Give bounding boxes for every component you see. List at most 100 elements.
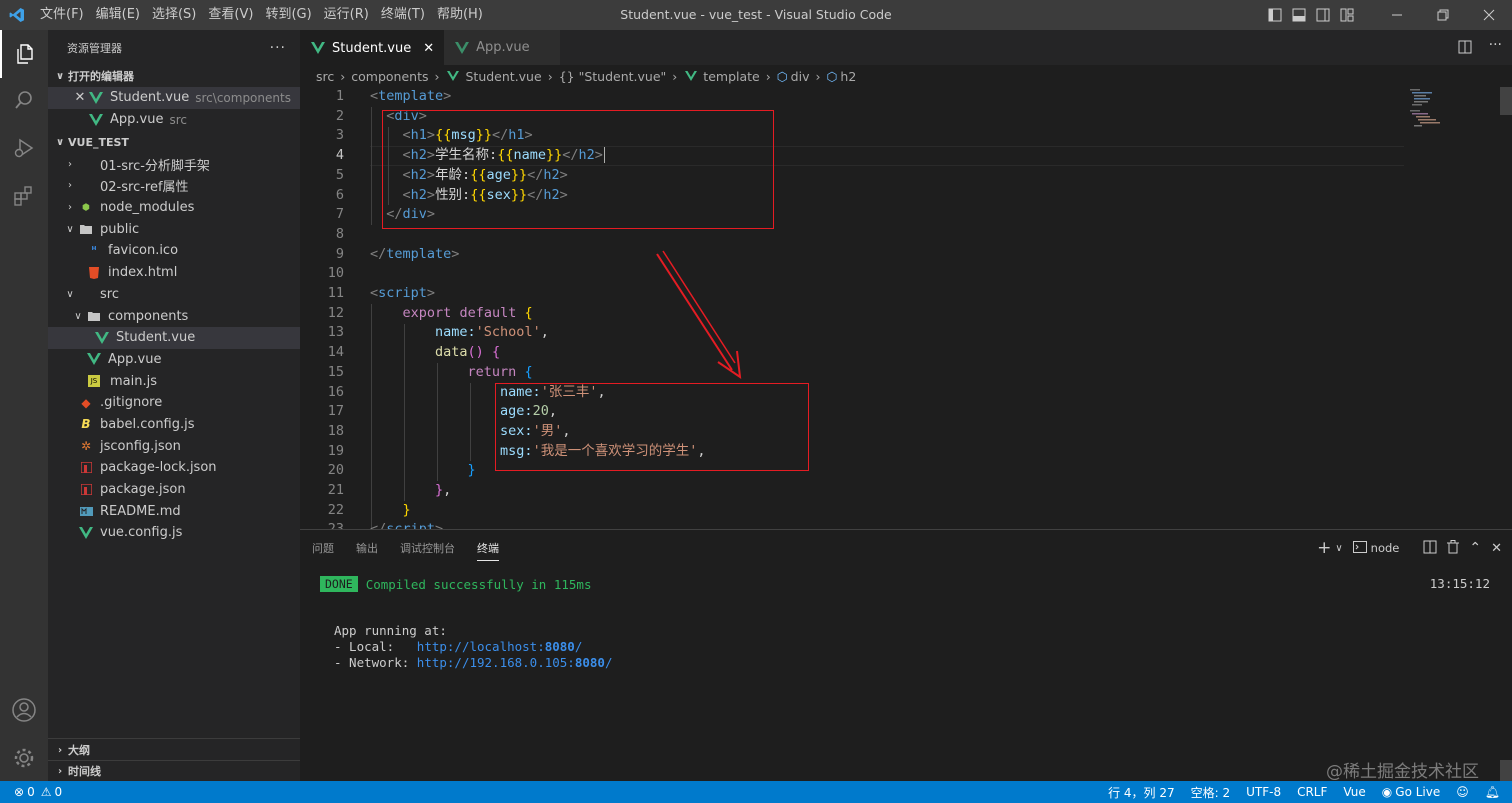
tree-folder-open[interactable]: ∨ public bbox=[48, 218, 300, 240]
chevron-down-icon[interactable]: ∨ bbox=[1335, 543, 1342, 554]
tab-terminal[interactable]: 终端 bbox=[477, 536, 499, 561]
tab-debug-console[interactable]: 调试控制台 bbox=[400, 536, 455, 560]
toggle-sidebar-icon[interactable] bbox=[1264, 0, 1286, 30]
more-actions-icon[interactable]: ··· bbox=[1489, 37, 1502, 53]
extensions-icon[interactable] bbox=[0, 172, 48, 220]
broadcast-icon: ◉ bbox=[1381, 785, 1393, 799]
breadcrumb-item[interactable]: h2 bbox=[840, 69, 856, 84]
breadcrumb-item[interactable]: template bbox=[703, 69, 759, 84]
vue-file-icon bbox=[310, 40, 326, 56]
tree-file[interactable]: Bbabel.config.js bbox=[48, 414, 300, 436]
local-url-line: - Local: http://localhost:8080/ bbox=[334, 639, 583, 654]
chevron-up-icon[interactable]: ⌃ bbox=[1469, 540, 1481, 556]
tree-file-selected[interactable]: Student.vue bbox=[48, 326, 300, 349]
restore-icon[interactable] bbox=[1420, 0, 1466, 30]
json-config-icon: ✲ bbox=[80, 439, 92, 454]
menu-view[interactable]: 查看(V) bbox=[202, 0, 259, 30]
terminal-scrollbar[interactable] bbox=[1500, 760, 1512, 782]
run-debug-icon[interactable] bbox=[0, 124, 48, 172]
js-file-icon: JS bbox=[88, 375, 100, 388]
menu-file[interactable]: 文件(F) bbox=[34, 0, 90, 30]
close-icon[interactable]: ✕ bbox=[72, 90, 88, 105]
menu-help[interactable]: 帮助(H) bbox=[431, 0, 489, 30]
breadcrumb-item[interactable]: Student.vue bbox=[465, 69, 541, 84]
tree-file[interactable]: vue.config.js bbox=[48, 522, 300, 544]
minimap[interactable] bbox=[1404, 87, 1500, 529]
close-tab-icon[interactable]: ✕ bbox=[423, 41, 434, 56]
minimize-icon[interactable] bbox=[1374, 0, 1420, 30]
editor-tabs: Student.vue ✕ App.vue ··· bbox=[300, 30, 1512, 65]
menu-terminal[interactable]: 终端(T) bbox=[375, 0, 431, 30]
braces-icon: {} bbox=[558, 68, 575, 84]
language-mode[interactable]: Vue bbox=[1343, 785, 1365, 799]
tree-file[interactable]: App.vue bbox=[48, 349, 300, 371]
project-header[interactable]: ∨ VUE_TEST bbox=[48, 131, 300, 153]
vue-file-icon bbox=[683, 68, 699, 84]
tree-file[interactable]: JS main.js bbox=[48, 370, 300, 392]
explorer-icon[interactable] bbox=[0, 30, 48, 78]
toggle-secondary-sidebar-icon[interactable] bbox=[1312, 0, 1334, 30]
node-icon: ⬢ bbox=[82, 202, 90, 213]
more-actions-icon[interactable]: ··· bbox=[270, 40, 286, 56]
indentation[interactable]: 空格: 2 bbox=[1191, 784, 1231, 801]
tree-folder[interactable]: › ⬢ node_modules bbox=[48, 197, 300, 219]
vue-file-icon bbox=[88, 90, 104, 106]
menu-go[interactable]: 转到(G) bbox=[259, 0, 317, 30]
tree-folder-open[interactable]: ∨ src bbox=[48, 284, 300, 306]
cursor-position[interactable]: 行 4，列 27 bbox=[1108, 784, 1175, 801]
close-window-icon[interactable] bbox=[1466, 0, 1512, 30]
split-terminal-icon[interactable] bbox=[1423, 540, 1437, 557]
split-editor-icon[interactable] bbox=[1458, 40, 1472, 58]
open-editors-header[interactable]: ∨ 打开的编辑器 bbox=[48, 65, 300, 87]
breadcrumb-item[interactable]: div bbox=[791, 69, 810, 84]
open-editor-student[interactable]: ✕ Student.vue src\components bbox=[48, 87, 300, 109]
timeline-header[interactable]: › 时间线 bbox=[48, 760, 300, 782]
favicon-file-icon: ᴴ bbox=[91, 245, 97, 256]
menu-selection[interactable]: 选择(S) bbox=[146, 0, 202, 30]
explorer-sidebar: 资源管理器 ··· ∨ 打开的编辑器 ✕ Student.vue src\compo… bbox=[48, 30, 300, 781]
tree-file[interactable]: ✲ jsconfig.json bbox=[48, 435, 300, 457]
accounts-icon[interactable] bbox=[0, 686, 48, 734]
tab-app-vue[interactable]: App.vue bbox=[444, 30, 561, 65]
tab-output[interactable]: 输出 bbox=[356, 536, 378, 560]
tree-file[interactable]: package.json bbox=[48, 479, 300, 501]
toggle-panel-icon[interactable] bbox=[1288, 0, 1310, 30]
network-url-line: - Network: http://192.168.0.105:8080/ bbox=[334, 655, 613, 670]
menu-edit[interactable]: 编辑(E) bbox=[90, 0, 146, 30]
editor-scrollbar[interactable] bbox=[1500, 87, 1512, 529]
outline-header[interactable]: › 大纲 bbox=[48, 739, 300, 761]
tree-file[interactable]: index.html bbox=[48, 262, 300, 284]
go-live-button[interactable]: ◉ Go Live bbox=[1382, 785, 1440, 799]
tree-folder[interactable]: › 01-src-分析脚手架 bbox=[48, 153, 300, 175]
annotation-arrow bbox=[656, 250, 742, 380]
terminal-name[interactable]: node bbox=[1371, 541, 1400, 555]
settings-gear-icon[interactable] bbox=[0, 734, 48, 782]
customize-layout-icon[interactable] bbox=[1336, 0, 1358, 30]
open-editor-app[interactable]: App.vue src bbox=[48, 109, 300, 131]
breadcrumb-item[interactable]: "Student.vue" bbox=[579, 69, 667, 84]
tree-file[interactable]: ◆ .gitignore bbox=[48, 392, 300, 414]
problems-status[interactable]: ⊗ 0 ⚠ 0 bbox=[14, 785, 62, 799]
tree-file[interactable]: ᴴ favicon.ico bbox=[48, 240, 300, 262]
tree-file[interactable]: package-lock.json bbox=[48, 457, 300, 479]
new-terminal-icon[interactable]: + bbox=[1317, 538, 1331, 558]
tree-file[interactable]: README.md bbox=[48, 500, 300, 522]
breadcrumb-item[interactable]: src bbox=[316, 69, 334, 84]
local-url-link[interactable]: http://localhost:8080/ bbox=[417, 639, 583, 654]
code-editor[interactable]: 1 <template> 2 <div> 3 <h1>{{msg}}</h1> 4… bbox=[300, 87, 1500, 529]
trash-icon[interactable] bbox=[1447, 539, 1460, 557]
network-url-link[interactable]: http://192.168.0.105:8080/ bbox=[417, 655, 613, 670]
tab-problems[interactable]: 问题 bbox=[312, 536, 334, 560]
breadcrumb-item[interactable]: components bbox=[351, 69, 428, 84]
encoding[interactable]: UTF-8 bbox=[1246, 785, 1281, 799]
close-panel-icon[interactable]: ✕ bbox=[1491, 541, 1502, 556]
menu-run[interactable]: 运行(R) bbox=[318, 0, 375, 30]
notifications-bell-icon[interactable]: 🔔︎ bbox=[1485, 785, 1500, 799]
tab-student-vue[interactable]: Student.vue ✕ bbox=[300, 30, 445, 65]
feedback-icon[interactable]: ☺ bbox=[1456, 785, 1469, 799]
tree-folder-open[interactable]: ∨ components bbox=[48, 305, 300, 327]
line-ending[interactable]: CRLF bbox=[1297, 785, 1327, 799]
tree-folder[interactable]: › 02-src-ref属性 bbox=[48, 175, 300, 197]
element-icon: ⬡ bbox=[776, 68, 788, 84]
search-icon[interactable] bbox=[0, 76, 48, 124]
